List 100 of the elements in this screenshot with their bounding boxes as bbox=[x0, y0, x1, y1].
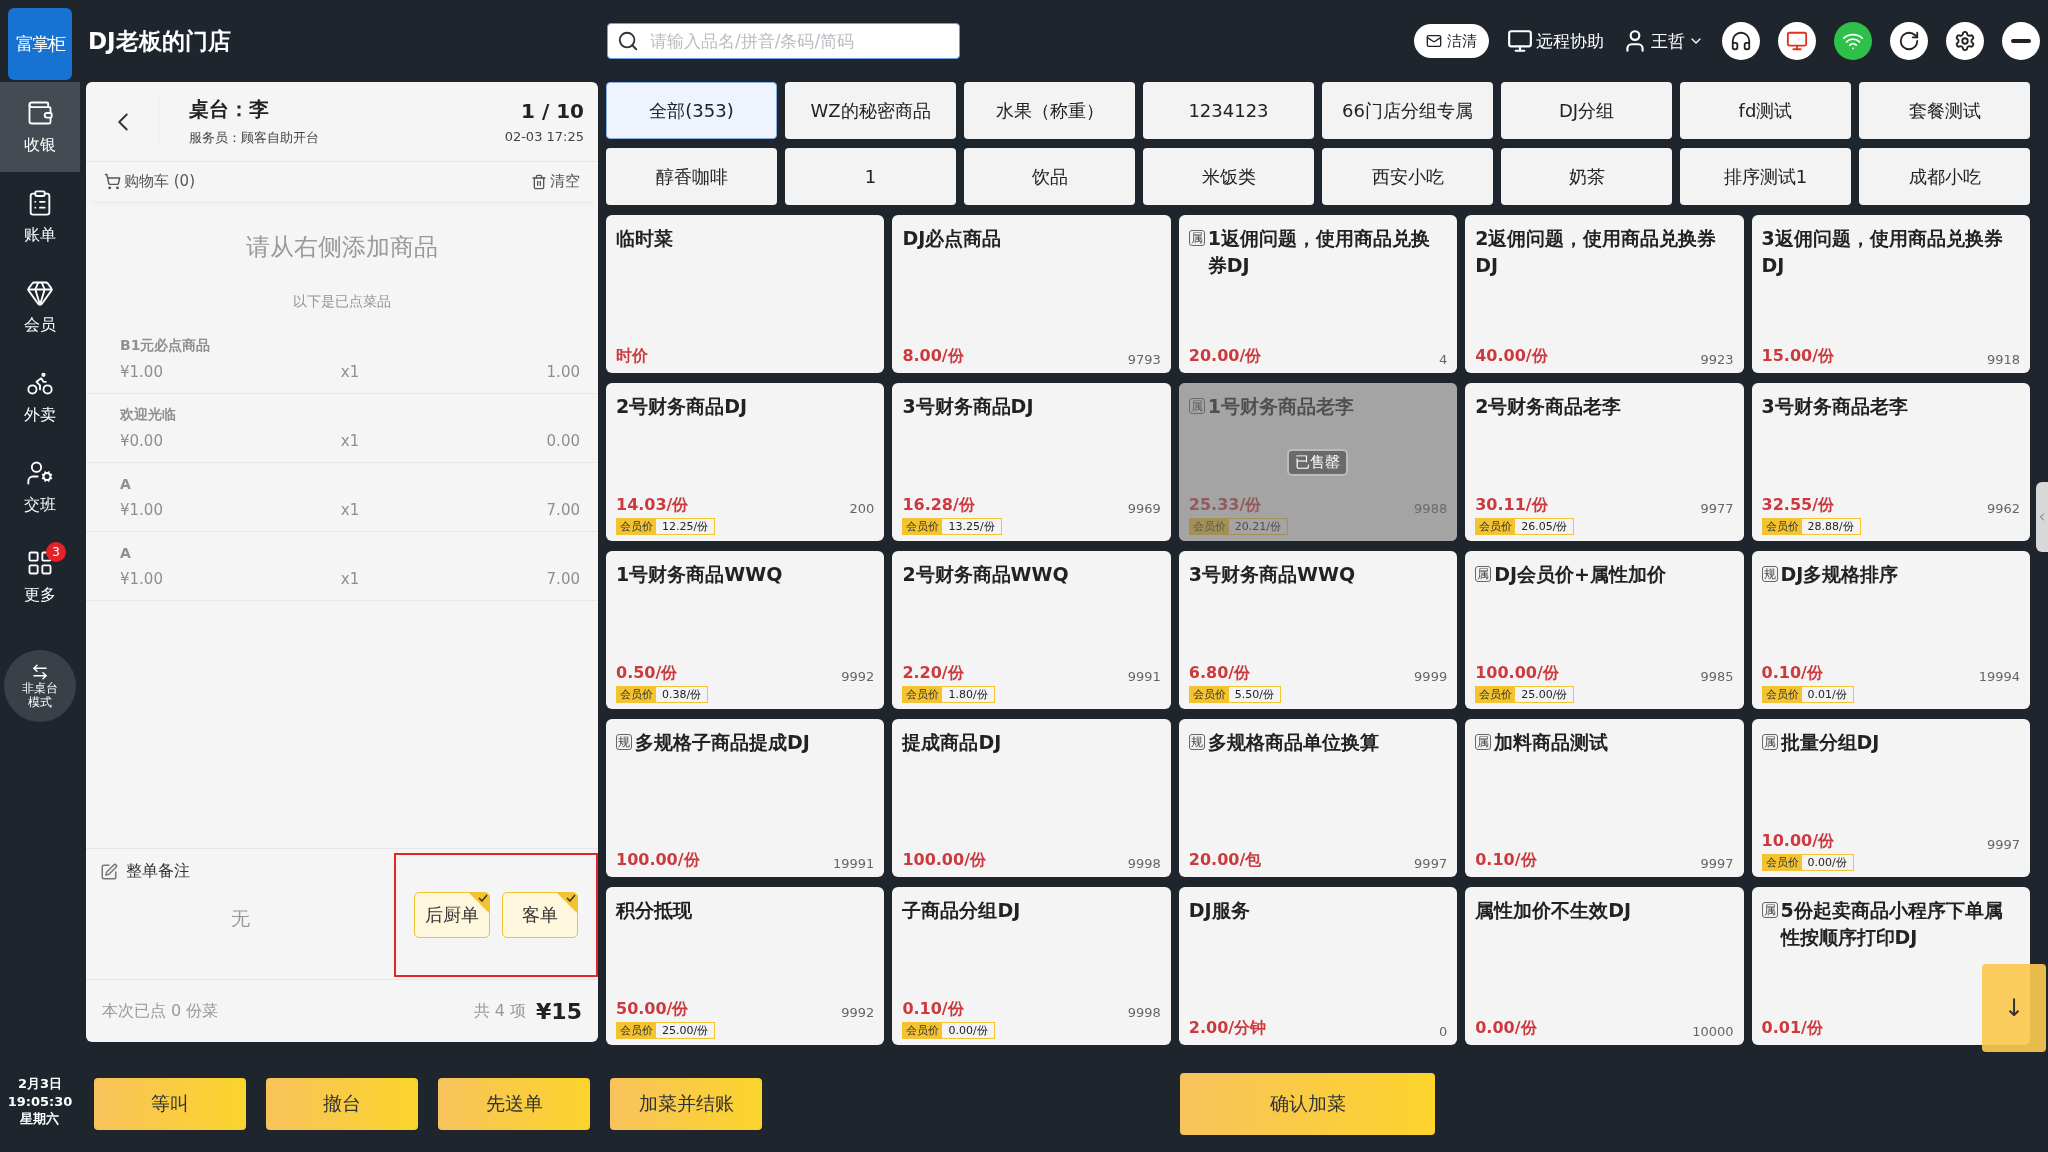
cart-icon bbox=[104, 173, 121, 190]
clean-button[interactable]: 洁清 bbox=[1414, 24, 1489, 58]
item-unit-price: ¥1.00 bbox=[120, 500, 164, 519]
nav-item[interactable]: 交班 bbox=[0, 442, 80, 532]
nav-item[interactable]: 更多 3 bbox=[0, 532, 80, 622]
nav-item[interactable]: 账单 bbox=[0, 172, 80, 262]
category-tab[interactable]: 水果（称重） bbox=[964, 82, 1135, 139]
wifi-button[interactable] bbox=[1834, 22, 1872, 60]
page-indicator: 1 / 10 bbox=[521, 99, 584, 123]
product-type-tag: 属 bbox=[1761, 734, 1778, 751]
stock-count: 9997 bbox=[1414, 856, 1448, 871]
side-handle[interactable] bbox=[2036, 482, 2048, 552]
product-price: 100.00/份 bbox=[902, 850, 986, 871]
product-card[interactable]: 提成商品DJ 100.00/份 9998 bbox=[892, 719, 1171, 877]
support-button[interactable] bbox=[1722, 22, 1760, 60]
product-card[interactable]: 积分抵现 50.00/份 9992 会员价 25.00/份 bbox=[606, 887, 885, 1045]
category-tab[interactable]: 醇香咖啡 bbox=[606, 148, 777, 205]
screen-button[interactable] bbox=[1778, 22, 1816, 60]
stock-count: 9992 bbox=[841, 1005, 875, 1020]
product-card[interactable]: 3号财务商品老李 32.55/份 9962 会员价 28.88/份 bbox=[1751, 383, 2030, 541]
product-type-tag: 规 bbox=[1188, 734, 1205, 751]
action-button[interactable]: 撤台 bbox=[266, 1078, 418, 1130]
member-price-tag: 会员价 13.25/份 bbox=[902, 518, 1002, 535]
product-card[interactable]: 规 多规格商品单位换算 20.00/包 9997 bbox=[1178, 719, 1458, 877]
product-card[interactable]: 3号财务商品DJ 16.28/份 9969 会员价 13.25/份 bbox=[892, 383, 1171, 541]
product-price: 0.00/份 bbox=[1475, 1018, 1537, 1039]
check-icon bbox=[566, 894, 576, 902]
product-name: 2号财务商品DJ bbox=[616, 394, 748, 419]
product-card[interactable]: 规 DJ多规格排序 0.10/份 19994 会员价 0.01/份 bbox=[1751, 551, 2030, 709]
category-tab[interactable]: 1234123 bbox=[1143, 82, 1314, 139]
category-tab[interactable]: 套餐测试 bbox=[1859, 82, 2030, 139]
logo: 富掌柜 bbox=[8, 8, 72, 80]
stock-count: 9998 bbox=[1127, 1005, 1161, 1020]
member-price-tag: 会员价 25.00/份 bbox=[616, 1022, 716, 1039]
product-card[interactable]: 3返佣问题，使用商品兑换券DJ 15.00/份 9918 bbox=[1751, 215, 2030, 373]
mode-switch-button[interactable]: 非桌台模式 bbox=[4, 650, 76, 722]
product-name: 子商品分组DJ bbox=[902, 898, 1021, 923]
stock-count: 9962 bbox=[1986, 501, 2020, 516]
product-card[interactable]: 属 加料商品测试 0.10/份 9997 bbox=[1465, 719, 1744, 877]
product-price: 2.20/份 bbox=[902, 663, 964, 684]
product-name: 3号财务商品老李 bbox=[1761, 394, 1908, 419]
action-button[interactable]: 确认加菜 bbox=[1180, 1073, 1435, 1135]
product-price: 25.33/份 bbox=[1188, 495, 1262, 516]
product-price: 14.03/份 bbox=[616, 495, 689, 516]
product-price: 20.00/份 bbox=[1188, 346, 1262, 367]
product-card[interactable]: DJ服务 2.00/分钟 0 bbox=[1178, 887, 1458, 1045]
product-card[interactable]: 属 DJ会员价+属性加价 100.00/份 9985 会员价 25.00/份 bbox=[1465, 551, 1744, 709]
edit-icon[interactable] bbox=[100, 862, 118, 881]
product-card[interactable]: 1号财务商品WWQ 0.50/份 9992 会员价 0.38/份 bbox=[606, 551, 885, 709]
category-tab[interactable]: 西安小吃 bbox=[1322, 148, 1493, 205]
time-text: 19:05:30 bbox=[7, 1092, 73, 1111]
product-card[interactable]: 属 批量分组DJ 10.00/份 9997 会员价 0.00/份 bbox=[1751, 719, 2030, 877]
category-tab[interactable]: 成都小吃 bbox=[1859, 148, 2030, 205]
product-card[interactable]: 子商品分组DJ 0.10/份 9998 会员价 0.00/份 bbox=[892, 887, 1171, 1045]
action-button[interactable]: 等叫 bbox=[94, 1078, 246, 1130]
nav-item[interactable]: 会员 bbox=[0, 262, 80, 352]
action-button[interactable]: 先送单 bbox=[438, 1078, 590, 1130]
product-card[interactable]: 2号财务商品老李 30.11/份 9977 会员价 26.05/份 bbox=[1465, 383, 1744, 541]
product-card[interactable]: 属 1号财务商品老李 25.33/份 9988 会员价 20.21/份 已售罄 bbox=[1178, 383, 1458, 541]
category-tab[interactable]: 米饭类 bbox=[1143, 148, 1314, 205]
product-card[interactable]: DJ必点商品 8.00/份 9793 bbox=[892, 215, 1171, 373]
category-tab[interactable]: 全部(353) bbox=[606, 82, 777, 139]
print-option[interactable]: 客单 bbox=[502, 892, 578, 938]
category-tab[interactable]: 奶茶 bbox=[1501, 148, 1672, 205]
product-card[interactable]: 规 多规格子商品提成DJ 100.00/份 19991 bbox=[606, 719, 885, 877]
category-tab[interactable]: fd测试 bbox=[1680, 82, 1851, 139]
minimize-button[interactable] bbox=[2002, 22, 2040, 60]
category-tab[interactable]: 1 bbox=[785, 148, 956, 205]
product-card[interactable]: 属 1返佣问题，使用商品兑换券DJ 20.00/份 4 bbox=[1178, 215, 1458, 373]
product-name: 2返佣问题，使用商品兑换券DJ bbox=[1475, 226, 1718, 278]
category-tab[interactable]: 66门店分组专属 bbox=[1322, 82, 1493, 139]
stock-count: 19991 bbox=[833, 856, 875, 871]
search-field[interactable]: 请输入品名/拼音/条码/简码 bbox=[607, 23, 960, 59]
category-tab[interactable]: WZ的秘密商品 bbox=[785, 82, 956, 139]
product-name: 1返佣问题，使用商品兑换券DJ bbox=[1207, 226, 1432, 278]
product-price: 15.00/份 bbox=[1761, 346, 1835, 367]
user-menu[interactable]: 王哲 bbox=[1651, 29, 1685, 53]
product-card[interactable]: 2号财务商品DJ 14.03/份 200 会员价 12.25/份 bbox=[606, 383, 885, 541]
category-tab[interactable]: 饮品 bbox=[964, 148, 1135, 205]
nav-item[interactable]: 收银 bbox=[0, 82, 80, 172]
product-card[interactable]: 2返佣问题，使用商品兑换券DJ 40.00/份 9923 bbox=[1465, 215, 1744, 373]
clear-button[interactable]: 清空 bbox=[531, 172, 580, 191]
scroll-down-button[interactable]: ↓ bbox=[1982, 964, 2046, 1052]
nav-item[interactable]: 外卖 bbox=[0, 352, 80, 442]
monitor-icon[interactable] bbox=[1507, 28, 1533, 54]
member-price-tag: 会员价 28.88/份 bbox=[1761, 518, 1861, 535]
category-tab[interactable]: DJ分组 bbox=[1501, 82, 1672, 139]
product-card[interactable]: 临时菜 时价 bbox=[606, 215, 885, 373]
refresh-button[interactable] bbox=[1890, 22, 1928, 60]
product-card[interactable]: 属性加价不生效DJ 0.00/份 10000 bbox=[1465, 887, 1744, 1045]
remote-assist-link[interactable]: 远程协助 bbox=[1536, 29, 1604, 53]
product-price: 50.00/份 bbox=[616, 999, 689, 1020]
product-price: 2.00/分钟 bbox=[1188, 1018, 1267, 1039]
product-card[interactable]: 3号财务商品WWQ 6.80/份 9999 会员价 5.50/份 bbox=[1178, 551, 1458, 709]
settings-button[interactable] bbox=[1946, 22, 1984, 60]
category-tab[interactable]: 排序测试1 bbox=[1680, 148, 1851, 205]
trash-icon bbox=[531, 173, 547, 190]
product-card[interactable]: 2号财务商品WWQ 2.20/份 9991 会员价 1.80/份 bbox=[892, 551, 1171, 709]
action-button[interactable]: 加菜并结账 bbox=[610, 1078, 762, 1130]
print-option[interactable]: 后厨单 bbox=[414, 892, 490, 938]
